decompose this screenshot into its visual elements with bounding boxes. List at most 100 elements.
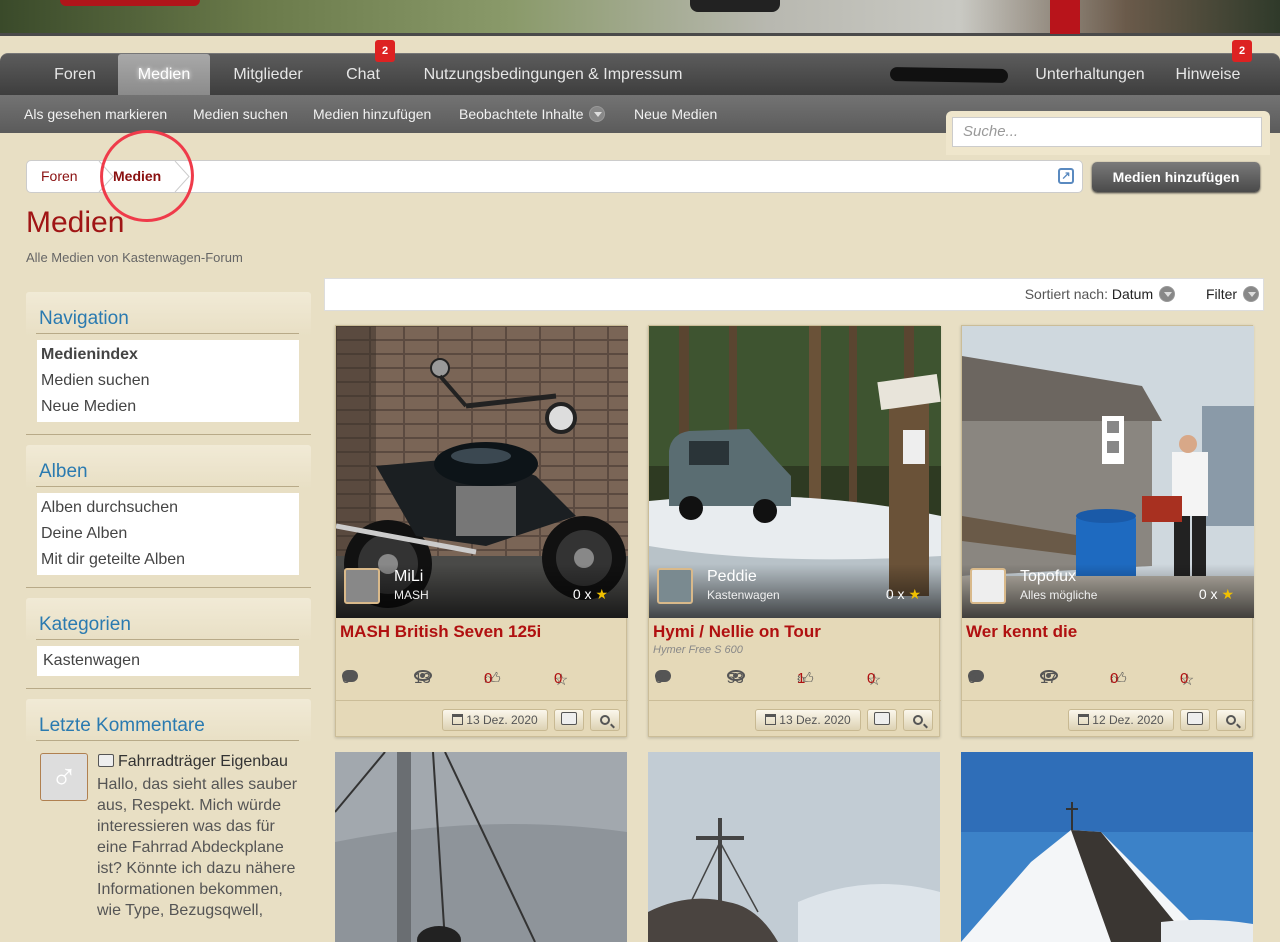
- views-count: 17: [1040, 670, 1057, 687]
- zoom-icon: [1226, 715, 1236, 725]
- sidebar-item-new-media[interactable]: Neue Medien: [39, 394, 297, 420]
- media-card: Peddie Kastenwagen 0 x ★ Hymi / Nellie o…: [648, 325, 941, 738]
- watched-content-label: Beobachtete Inhalte: [459, 106, 584, 122]
- card-stats: 0 13 👍︎ 0 ☆ 0: [342, 670, 622, 690]
- mark-viewed-link[interactable]: Als gesehen markieren: [24, 95, 167, 133]
- media-thumbnail[interactable]: [335, 752, 627, 942]
- date-chip: 12 Dez. 2020: [1068, 709, 1174, 731]
- watched-content-link[interactable]: Beobachtete Inhalte: [459, 95, 606, 133]
- sidebar-navigation-list: Medienindex Medien suchen Neue Medien: [37, 340, 299, 422]
- image-icon: [1187, 712, 1203, 725]
- sidebar-item-shared-albums[interactable]: Mit dir geteilte Alben: [39, 547, 297, 573]
- sidebar-albums-list: Alben durchsuchen Deine Alben Mit dir ge…: [37, 493, 299, 575]
- sidebar-item-search-media[interactable]: Medien suchen: [39, 368, 297, 394]
- comment-title[interactable]: Fahrradträger Eigenbau: [98, 753, 288, 771]
- filter-control[interactable]: Filter: [1206, 279, 1259, 310]
- card-footer: 12 Dez. 2020: [962, 700, 1254, 738]
- ratings-count: 0: [554, 670, 563, 687]
- sidebar-categories-list: Kastenwagen: [37, 646, 299, 676]
- site-logo[interactable]: [60, 0, 200, 6]
- page-subtitle: Alle Medien von Kastenwagen-Forum: [26, 250, 243, 265]
- media-grid: Sortiert nach: Datum Filter: [324, 278, 1264, 311]
- snowy-peak-photo: [961, 752, 1253, 942]
- date-text: 12 Dez. 2020: [1092, 713, 1164, 727]
- sidebar-item-kastenwagen[interactable]: Kastenwagen: [39, 648, 297, 674]
- alerts-link[interactable]: Hinweise 2: [1164, 40, 1252, 96]
- likes-count: 1: [797, 670, 806, 687]
- chevron-down-icon[interactable]: [1159, 286, 1175, 302]
- card-stats: 0 53 👍︎ 1 ☆ 0: [655, 670, 935, 690]
- likes-count: 0: [1110, 670, 1119, 687]
- comment-title-text: Fahrradträger Eigenbau: [118, 753, 288, 770]
- sidebar-item-browse-albums[interactable]: Alben durchsuchen: [39, 495, 297, 521]
- summit-cross-photo: [335, 752, 627, 942]
- card-category[interactable]: MASH: [394, 588, 429, 602]
- tab-chat-label: Chat: [346, 66, 380, 83]
- card-username[interactable]: Topofux: [1020, 568, 1076, 586]
- card-rating: 0 x ★: [573, 586, 608, 603]
- external-link-icon[interactable]: ↗: [1058, 168, 1074, 184]
- card-category[interactable]: Alles mögliche: [1020, 588, 1097, 602]
- user-avatar[interactable]: [970, 568, 1006, 604]
- comment-text: Hallo, das sieht alles sauber aus, Respe…: [97, 776, 298, 919]
- add-media-button[interactable]: Medien hinzufügen: [1092, 162, 1260, 192]
- views-count: 13: [414, 670, 431, 687]
- rating-count: 0 x: [1198, 586, 1218, 602]
- tab-chat[interactable]: Chat 2: [330, 40, 396, 96]
- card-username[interactable]: Peddie: [707, 568, 757, 586]
- male-avatar-icon[interactable]: ♂: [40, 753, 88, 801]
- sidebar-item-your-albums[interactable]: Deine Alben: [39, 521, 297, 547]
- card-category[interactable]: Kastenwagen: [707, 588, 780, 602]
- card-rating: 0 x ★: [1199, 586, 1234, 603]
- search-media-link[interactable]: Medien suchen: [193, 95, 288, 133]
- view-image-button[interactable]: [867, 709, 897, 731]
- sort-control[interactable]: Sortiert nach: Datum: [1025, 279, 1175, 310]
- card-stats: 0 17 👍︎ 0 ☆ 0: [968, 670, 1248, 690]
- card-title[interactable]: MASH British Seven 125i: [340, 622, 541, 642]
- media-thumbnail[interactable]: [648, 752, 940, 942]
- comments-count: 0: [655, 670, 664, 687]
- star-icon: ★: [1221, 586, 1234, 602]
- zoom-button[interactable]: [590, 709, 620, 731]
- search-input[interactable]: Suche...: [952, 117, 1262, 147]
- redacted-username[interactable]: [889, 66, 1009, 84]
- conversations-link[interactable]: Unterhaltungen: [1022, 54, 1158, 96]
- chevron-down-icon[interactable]: [1243, 286, 1259, 302]
- sidebar-categories: Kategorien Kastenwagen: [26, 598, 311, 689]
- likes-count: 0: [484, 670, 493, 687]
- tab-forums[interactable]: Foren: [36, 54, 114, 96]
- sidebar: Navigation Medienindex Medien suchen Neu…: [26, 292, 311, 942]
- media-thumbnail[interactable]: [961, 752, 1253, 942]
- add-media-link[interactable]: Medien hinzufügen: [313, 95, 431, 133]
- card-title[interactable]: Hymi / Nellie on Tour: [653, 622, 821, 642]
- search-bar: Suche...: [946, 111, 1270, 155]
- sidebar-albums-title: Alben: [26, 445, 311, 489]
- tab-members[interactable]: Mitglieder: [218, 54, 318, 96]
- zoom-button[interactable]: [903, 709, 933, 731]
- tab-terms[interactable]: Nutzungsbedingungen & Impressum: [410, 54, 696, 96]
- view-image-button[interactable]: [554, 709, 584, 731]
- sidebar-albums: Alben Alben durchsuchen Deine Alben Mit …: [26, 445, 311, 588]
- summit-cross-photo: [648, 752, 940, 942]
- card-username[interactable]: MiLi: [394, 568, 423, 586]
- sidebar-comments-title: Letzte Kommentare: [26, 699, 311, 743]
- filter-label: Filter: [1205, 286, 1238, 302]
- view-image-button[interactable]: [1180, 709, 1210, 731]
- views-count: 53: [727, 670, 744, 687]
- new-media-link[interactable]: Neue Medien: [634, 95, 717, 133]
- date-text: 13 Dez. 2020: [466, 713, 538, 727]
- sidebar-item-media-index[interactable]: Medienindex: [39, 342, 297, 368]
- user-avatar[interactable]: [344, 568, 380, 604]
- chevron-down-icon[interactable]: [589, 106, 606, 122]
- image-icon: [98, 754, 114, 767]
- card-title[interactable]: Wer kennt die: [966, 622, 1077, 642]
- card-footer: 13 Dez. 2020: [649, 700, 941, 738]
- user-avatar[interactable]: [657, 568, 693, 604]
- zoom-button[interactable]: [1216, 709, 1246, 731]
- ratings-count: 0: [1180, 670, 1189, 687]
- card-rating: 0 x ★: [886, 586, 921, 603]
- sort-value: Datum: [1111, 286, 1154, 302]
- breadcrumb-forums[interactable]: Foren: [41, 161, 78, 192]
- sidebar-navigation: Navigation Medienindex Medien suchen Neu…: [26, 292, 311, 435]
- tab-media[interactable]: Medien: [118, 54, 210, 96]
